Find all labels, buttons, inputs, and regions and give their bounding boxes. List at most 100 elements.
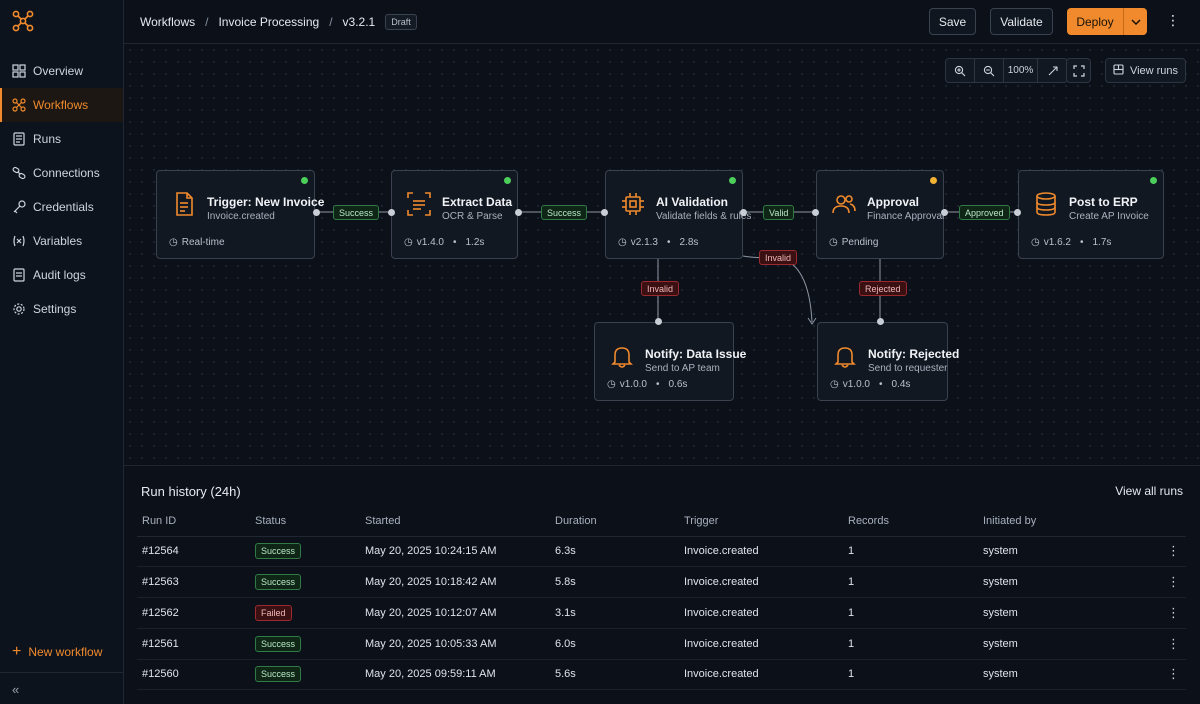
table-row[interactable]: #12562 Failed May 20, 2025 10:12:07 AM 3… [137, 597, 1186, 629]
run-id[interactable]: #12560 [137, 659, 250, 691]
sidebar-item-connections[interactable]: Connections [0, 156, 123, 190]
node-title: Notify: Rejected [868, 347, 960, 361]
trigger-cell: Invoice.created [679, 536, 843, 568]
node-title: AI Validation [656, 195, 729, 209]
sidebar-item-runs[interactable]: Runs [0, 122, 123, 156]
run-history-panel: Run history (24h) View all runs Run ID S… [124, 467, 1200, 704]
node-subtitle: Send to AP team [645, 363, 720, 374]
column-header-duration[interactable]: Duration [550, 507, 679, 537]
meta-separator: • [1079, 237, 1084, 248]
input-port[interactable] [601, 209, 608, 216]
sidebar: Overview Workflows Runs Connections Cred… [0, 0, 124, 704]
node-meta: ◷ v1.4.0 • 1.2s [404, 237, 484, 248]
key-icon [12, 200, 26, 214]
sidebar-item-audit-logs[interactable]: Audit logs [0, 258, 123, 292]
sidebar-item-label: Audit logs [33, 268, 86, 282]
sidebar-item-settings[interactable]: Settings [0, 292, 123, 326]
column-header-initiated-by[interactable]: Initiated by [978, 507, 1156, 537]
column-header-trigger[interactable]: Trigger [679, 507, 843, 537]
column-header-status[interactable]: Status [250, 507, 360, 537]
status-badge: Success [255, 635, 302, 652]
status-cell: Success [250, 628, 360, 660]
input-port[interactable] [1014, 209, 1021, 216]
chevron-down-icon[interactable] [1123, 8, 1147, 35]
breadcrumb-invoice-processing[interactable]: Invoice Processing [218, 15, 319, 29]
duration-cell: 6.3s [550, 536, 679, 568]
sidebar-item-variables[interactable]: Variables [0, 224, 123, 258]
sidebar-item-label: Variables [33, 234, 83, 248]
save-button[interactable]: Save [929, 8, 976, 35]
node-duration: 2.8s [679, 237, 699, 248]
node-meta: ◷ v2.1.3 • 2.8s [618, 237, 698, 248]
breadcrumb-workflows[interactable]: Workflows [140, 15, 195, 29]
edge-label-success[interactable]: Success [333, 205, 380, 220]
column-header-run-id[interactable]: Run ID [137, 507, 250, 537]
status-badge: Success [255, 543, 302, 560]
duration-cell: 6.0s [550, 628, 679, 660]
column-header-records[interactable]: Records [843, 507, 978, 537]
records-cell: 1 [843, 628, 978, 660]
breadcrumb-version[interactable]: v3.2.1 [343, 15, 376, 29]
output-port[interactable] [313, 209, 320, 216]
input-port[interactable] [655, 318, 662, 325]
input-port[interactable] [388, 209, 395, 216]
table-row[interactable]: #12561 Success May 20, 2025 10:05:33 AM … [137, 628, 1186, 660]
row-more-icon[interactable]: ⋮ [1156, 659, 1186, 691]
records-cell: 1 [843, 597, 978, 629]
node-approval[interactable]: Approval Finance Approval ◷ Pending [816, 170, 944, 259]
row-more-icon[interactable]: ⋮ [1156, 597, 1186, 629]
new-workflow-button[interactable]: + New workflow [12, 644, 102, 660]
validate-button[interactable]: Validate [990, 8, 1053, 35]
node-ai-validation[interactable]: AI Validation Validate fields & rules ◷ v… [605, 170, 751, 259]
edge-label-success[interactable]: Success [541, 205, 588, 220]
sidebar-item-label: Settings [33, 302, 77, 316]
workflow-canvas[interactable]: 100% View runs Trigger: New Invoice Invo… [124, 44, 1200, 466]
collapse-sidebar-icon[interactable]: « [12, 682, 19, 697]
app-logo-icon[interactable] [12, 10, 34, 32]
column-header-started[interactable]: Started [360, 507, 550, 537]
node-post-to-erp[interactable]: Post to ERP Create AP Invoice ◷ v1.6.2 • 1.… [1018, 170, 1164, 259]
edge-label-invalid[interactable]: Invalid [759, 250, 798, 265]
run-id[interactable]: #12562 [137, 597, 250, 629]
output-port[interactable] [515, 209, 522, 216]
gear-icon [12, 302, 26, 316]
deploy-button[interactable]: Deploy [1067, 8, 1147, 35]
node-extract-data[interactable]: Extract Data OCR & Parse ◷ v1.4.0 • 1.2s [391, 170, 518, 259]
node-meta-text: Pending [841, 237, 879, 248]
node-trigger-new-invoice[interactable]: Trigger: New Invoice Invoice.created ◷ Re… [156, 170, 324, 259]
edge-label-approved[interactable]: Approved [959, 205, 1010, 220]
table-row[interactable]: #12563 Success May 20, 2025 10:18:42 AM … [137, 566, 1186, 598]
input-port[interactable] [877, 318, 884, 325]
row-more-icon[interactable]: ⋮ [1156, 628, 1186, 660]
meta-separator: • [452, 237, 457, 248]
row-more-icon[interactable]: ⋮ [1156, 536, 1186, 568]
sidebar-item-label: Credentials [33, 200, 94, 214]
run-id[interactable]: #12563 [137, 566, 250, 598]
sidebar-item-credentials[interactable]: Credentials [0, 190, 123, 224]
status-dot [729, 177, 736, 184]
edge-label-invalid[interactable]: Invalid [641, 281, 680, 296]
input-port[interactable] [812, 209, 819, 216]
sidebar-item-workflows[interactable]: Workflows [0, 88, 123, 122]
edge-label-valid[interactable]: Valid [763, 205, 795, 220]
more-options-icon[interactable]: ⋮ [1166, 12, 1180, 29]
duration-cell: 3.1s [550, 597, 679, 629]
run-id[interactable]: #12561 [137, 628, 250, 660]
edge-label-rejected[interactable]: Rejected [859, 281, 907, 296]
node-duration: 0.6s [668, 379, 688, 390]
node-title: Approval [867, 195, 920, 209]
meta-separator: • [666, 237, 671, 248]
table-row[interactable]: #12560 Success May 20, 2025 09:59:11 AM … [137, 659, 1186, 691]
node-notify-data-issue[interactable]: Notify: Data Issue Send to AP team ◷ v1.0… [594, 322, 746, 401]
status-dot [504, 177, 511, 184]
node-subtitle: Finance Approval [867, 211, 945, 222]
row-more-icon[interactable]: ⋮ [1156, 566, 1186, 598]
output-port[interactable] [740, 209, 747, 216]
table-row[interactable]: #12564 Success May 20, 2025 10:24:15 AM … [137, 536, 1186, 568]
view-all-runs-link[interactable]: View all runs [1115, 484, 1183, 498]
node-title: Notify: Data Issue [645, 347, 747, 361]
run-id[interactable]: #12564 [137, 536, 250, 568]
sidebar-item-overview[interactable]: Overview [0, 54, 123, 88]
node-notify-rejected[interactable]: Notify: Rejected Send to requester ◷ v1.0… [817, 322, 959, 401]
output-port[interactable] [941, 209, 948, 216]
